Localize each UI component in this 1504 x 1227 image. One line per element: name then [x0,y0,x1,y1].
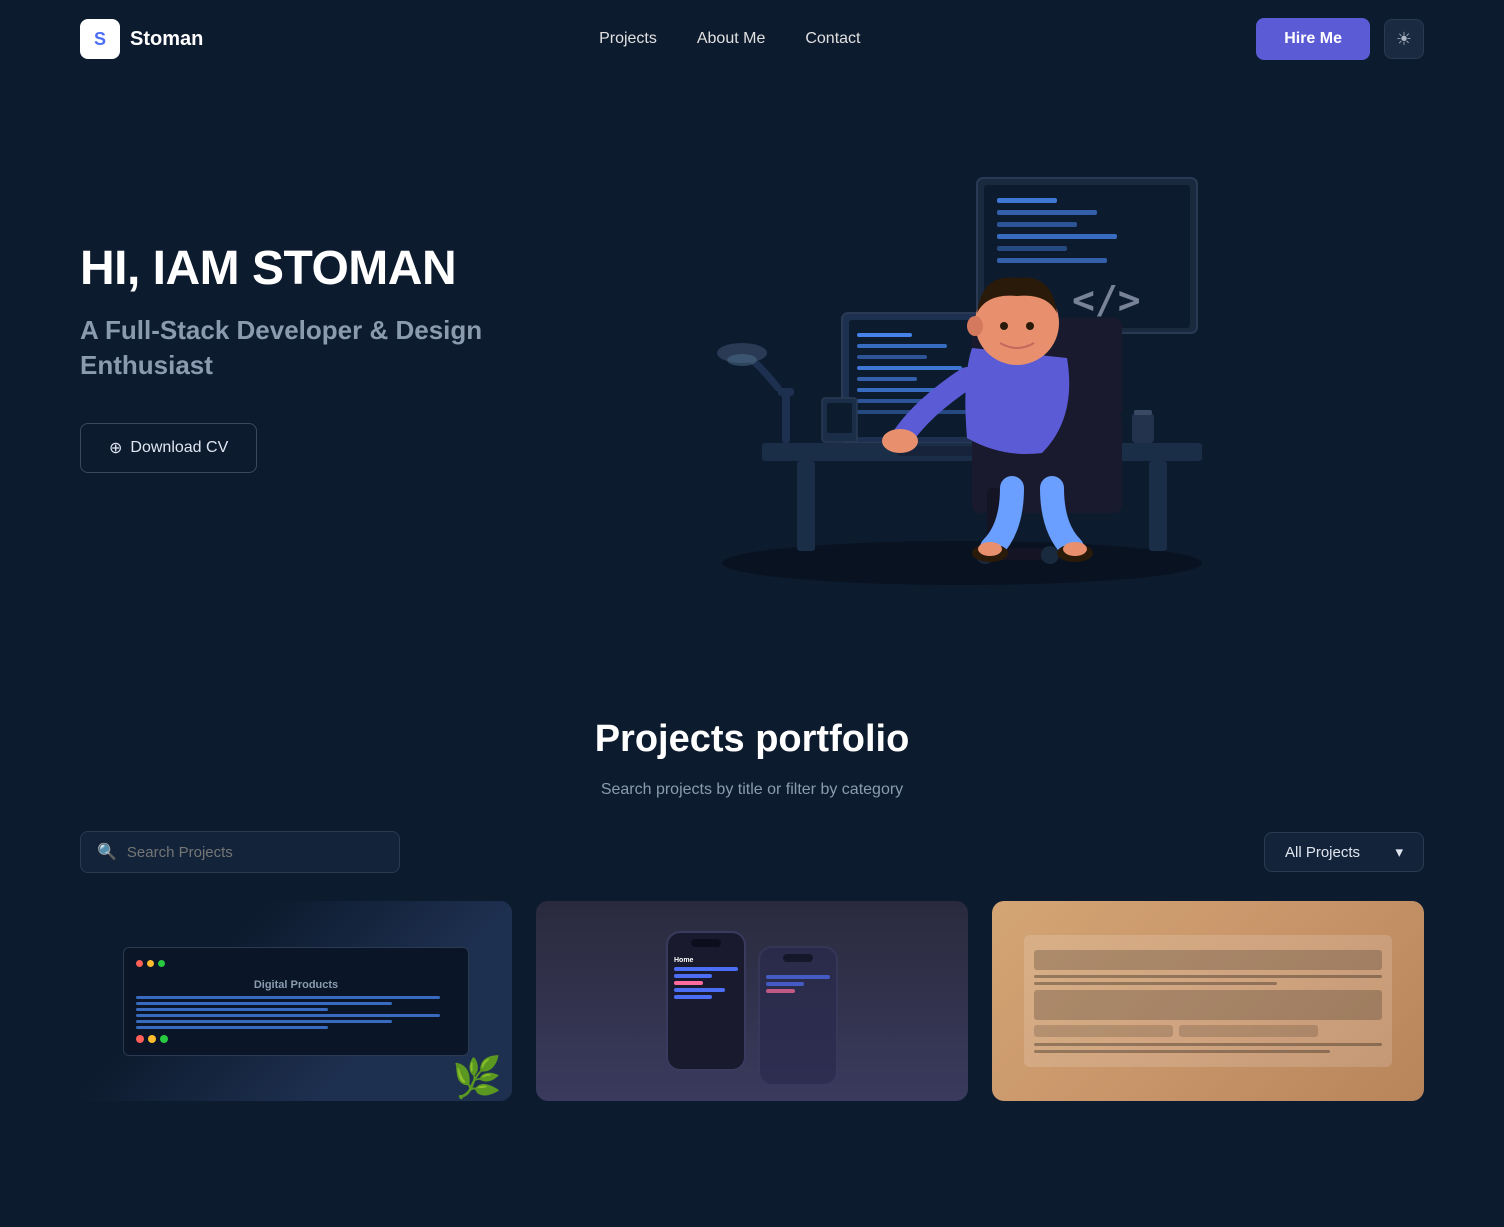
theme-toggle-button[interactable]: ☀ [1384,19,1424,59]
hero-text: HI, IAM STOMAN A Full-Stack Developer & … [80,243,500,474]
projects-title: Projects portfolio [80,718,1424,761]
search-filter-row: 🔍 All Projects ▾ [80,831,1424,873]
project-cards-grid: Digital Products 🌿 [80,901,1424,1101]
nav-link-projects[interactable]: Projects [599,30,657,48]
hire-me-button[interactable]: Hire Me [1256,18,1370,60]
logo-icon: S [80,19,120,59]
search-input[interactable] [127,844,383,861]
hero-illustration: </> [500,118,1424,598]
download-cv-button[interactable]: ⊕ Download CV [80,423,257,473]
download-icon: ⊕ [109,438,122,458]
navbar: S Stoman Projects About Me Contact Hire … [0,0,1504,78]
hero-subtitle: A Full-Stack Developer & Design Enthusia… [80,313,500,383]
chevron-down-icon: ▾ [1395,843,1403,861]
mobile-mockup-1: Home [666,931,746,1071]
hero-title: HI, IAM STOMAN [80,243,500,296]
hero-section: HI, IAM STOMAN A Full-Stack Developer & … [0,78,1504,658]
desktop-mockup: Digital Products [123,947,469,1056]
plant-decoration: 🌿 [452,1054,502,1101]
project-card[interactable]: Home [536,901,968,1101]
search-box[interactable]: 🔍 [80,831,400,873]
nav-link-about[interactable]: About Me [697,30,765,48]
logo-text: Stoman [130,28,203,51]
sun-icon: ☀ [1396,29,1412,50]
filter-dropdown[interactable]: All Projects ▾ [1264,832,1424,872]
logo[interactable]: S Stoman [80,19,203,59]
nav-links: Projects About Me Contact [599,30,860,48]
project-card[interactable]: Digital Products 🌿 [80,901,512,1101]
nav-right: Hire Me ☀ [1256,18,1424,60]
search-icon: 🔍 [97,842,117,862]
nav-link-contact[interactable]: Contact [805,30,860,48]
wireframe-mockup [1024,935,1391,1067]
project-card[interactable] [992,901,1424,1101]
projects-section: Projects portfolio Search projects by ti… [0,658,1504,1141]
developer-illustration: </> [682,118,1242,598]
filter-label: All Projects [1285,844,1360,861]
svg-text:</>: </> [1072,278,1141,322]
projects-subtitle: Search projects by title or filter by ca… [80,781,1424,799]
mobile-mockup-2 [758,946,838,1086]
